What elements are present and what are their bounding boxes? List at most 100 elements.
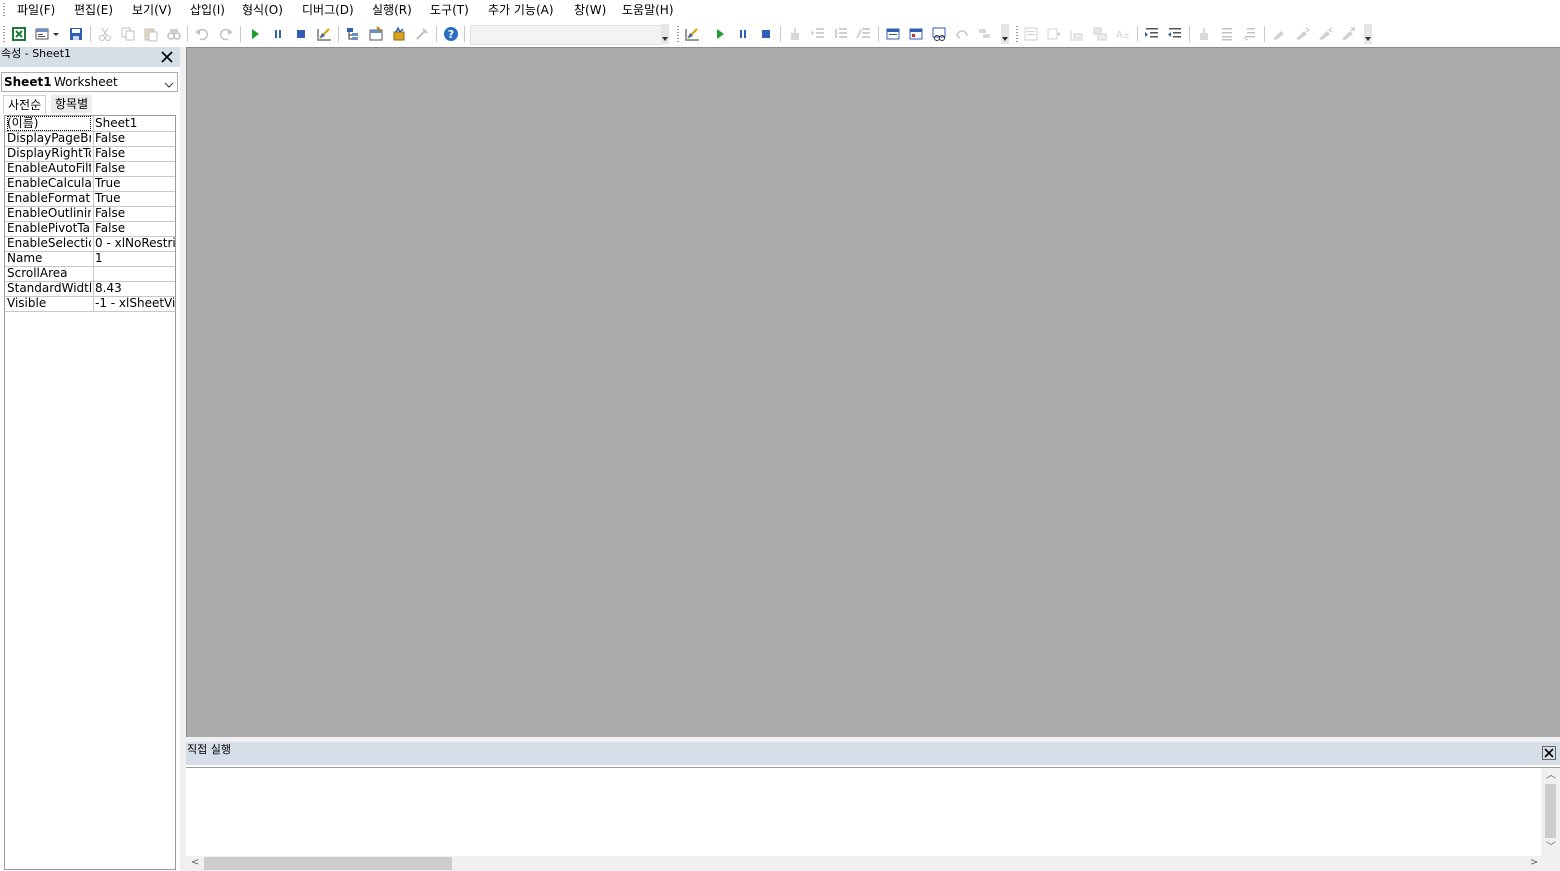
paste-icon[interactable]	[142, 25, 160, 43]
property-row[interactable]: EnableSelection 0 - xlNoRestrictions	[5, 236, 175, 252]
properties-window-icon[interactable]	[367, 25, 385, 43]
properties-title-bar[interactable]: 속성 - Sheet1	[0, 47, 180, 67]
call-stack-icon[interactable]	[976, 25, 994, 43]
step-into-icon[interactable]	[809, 25, 827, 43]
reset-icon[interactable]	[757, 25, 775, 43]
insert-userform-icon[interactable]	[33, 25, 51, 43]
insert-dropdown-icon[interactable]	[51, 25, 61, 43]
save-icon[interactable]	[67, 25, 85, 43]
object-selector[interactable]: Sheet1 Worksheet	[1, 72, 178, 92]
design-mode-icon[interactable]	[315, 25, 333, 43]
scroll-up-icon[interactable]: ︿	[1546, 771, 1556, 781]
menu-insert[interactable]: 삽입(I)	[190, 2, 225, 18]
immediate-window-icon[interactable]	[907, 25, 925, 43]
toolbar-overflow-button[interactable]	[661, 24, 669, 44]
help-icon[interactable]: ?	[442, 25, 460, 43]
code-workspace[interactable]	[186, 47, 1560, 737]
property-value[interactable]: 8.43	[95, 281, 175, 296]
property-row[interactable]: ScrollArea	[5, 266, 175, 282]
property-value[interactable]: True	[95, 176, 175, 191]
property-row[interactable]: EnableAutoFilter False	[5, 161, 175, 177]
horizontal-scrollbar[interactable]: < >	[186, 856, 1541, 871]
comment-block-icon[interactable]	[1218, 25, 1236, 43]
scroll-right-icon[interactable]: >	[1530, 858, 1538, 868]
property-value[interactable]: False	[95, 146, 175, 161]
view-excel-icon[interactable]	[10, 25, 28, 43]
menu-grip[interactable]	[3, 3, 5, 17]
toolbar-location-combo[interactable]	[470, 25, 662, 45]
property-row[interactable]: EnableCalculation True	[5, 176, 175, 192]
property-value[interactable]: False	[95, 161, 175, 176]
menu-run[interactable]: 실행(R)	[372, 2, 412, 18]
redo-icon[interactable]	[217, 25, 235, 43]
property-row[interactable]: (이름) Sheet1	[5, 116, 175, 132]
object-browser-icon[interactable]	[390, 25, 408, 43]
quick-info-icon[interactable]	[1068, 25, 1086, 43]
property-value[interactable]: False	[95, 206, 175, 221]
property-value[interactable]: 0 - xlNoRestrictions	[95, 236, 175, 251]
locals-window-icon[interactable]	[884, 25, 902, 43]
menu-debug[interactable]: 디버그(D)	[302, 2, 354, 18]
property-value[interactable]: -1 - xlSheetVisible	[95, 296, 175, 311]
toolbar3-grip[interactable]	[1016, 26, 1018, 42]
design-mode-icon[interactable]	[683, 25, 701, 43]
outdent-icon[interactable]	[1166, 25, 1184, 43]
menu-addins[interactable]: 추가 기능(A)	[488, 2, 554, 18]
menu-tools[interactable]: 도구(T)	[430, 2, 469, 18]
previous-bookmark-icon[interactable]	[1316, 25, 1334, 43]
break-icon[interactable]	[269, 25, 287, 43]
step-over-icon[interactable]	[832, 25, 850, 43]
toolbar2-grip[interactable]	[677, 26, 679, 42]
property-value[interactable]: 1	[95, 251, 175, 266]
menu-format[interactable]: 형식(O)	[242, 2, 283, 18]
menu-file[interactable]: 파일(F)	[17, 2, 55, 18]
immediate-title-bar[interactable]: 직접 실행	[186, 742, 1560, 765]
run-icon[interactable]	[246, 25, 264, 43]
property-value[interactable]: False	[95, 221, 175, 236]
step-out-icon[interactable]	[855, 25, 873, 43]
chevron-down-icon[interactable]	[164, 78, 174, 92]
scroll-left-icon[interactable]: <	[191, 858, 199, 868]
list-properties-icon[interactable]	[1022, 25, 1040, 43]
project-explorer-icon[interactable]	[344, 25, 362, 43]
property-value[interactable]: False	[95, 131, 175, 146]
cut-icon[interactable]	[96, 25, 114, 43]
close-icon[interactable]	[160, 50, 174, 64]
close-icon[interactable]	[1542, 746, 1556, 760]
reset-icon[interactable]	[292, 25, 310, 43]
property-row[interactable]: Name 1	[5, 251, 175, 267]
break-icon[interactable]	[734, 25, 752, 43]
vertical-scroll-thumb[interactable]	[1545, 784, 1556, 838]
toolbar3-overflow-button[interactable]	[1364, 24, 1372, 44]
clear-bookmarks-icon[interactable]	[1339, 25, 1357, 43]
tab-alphabetic[interactable]: 사전순	[3, 95, 47, 114]
menu-window[interactable]: 창(W)	[574, 2, 606, 18]
run-icon[interactable]	[711, 25, 729, 43]
property-value[interactable]: Sheet1	[95, 116, 175, 131]
menu-help[interactable]: 도움말(H)	[622, 2, 674, 18]
complete-word-icon[interactable]: A ±	[1114, 25, 1132, 43]
toggle-bookmark-icon[interactable]	[1270, 25, 1288, 43]
property-value[interactable]: True	[95, 191, 175, 206]
breakpoint-hand-icon[interactable]	[1195, 25, 1213, 43]
copy-icon[interactable]	[119, 25, 137, 43]
toolbar2-overflow-button[interactable]	[1001, 24, 1009, 44]
watch-window-icon[interactable]	[930, 25, 948, 43]
property-row[interactable]: DisplayRightToLeft False	[5, 146, 175, 162]
scroll-down-icon[interactable]: ﹀	[1546, 843, 1556, 853]
indent-icon[interactable]	[1143, 25, 1161, 43]
undo-icon[interactable]	[193, 25, 211, 43]
property-row[interactable]: StandardWidth 8.43	[5, 281, 175, 297]
uncomment-block-icon[interactable]	[1241, 25, 1259, 43]
property-row[interactable]: DisplayPageBreaks False	[5, 131, 175, 147]
property-value[interactable]	[95, 266, 175, 281]
toolbox-icon[interactable]	[413, 25, 431, 43]
property-row[interactable]: EnableOutlining False	[5, 206, 175, 222]
horizontal-scroll-thumb[interactable]	[204, 857, 452, 870]
property-row[interactable]: EnableFormatConditionsCalculation True	[5, 191, 175, 207]
parameter-info-icon[interactable]	[1091, 25, 1109, 43]
list-constants-icon[interactable]	[1045, 25, 1063, 43]
property-row[interactable]: Visible -1 - xlSheetVisible	[5, 296, 175, 312]
toolbar-grip[interactable]	[3, 26, 5, 42]
property-row[interactable]: EnablePivotTable False	[5, 221, 175, 237]
